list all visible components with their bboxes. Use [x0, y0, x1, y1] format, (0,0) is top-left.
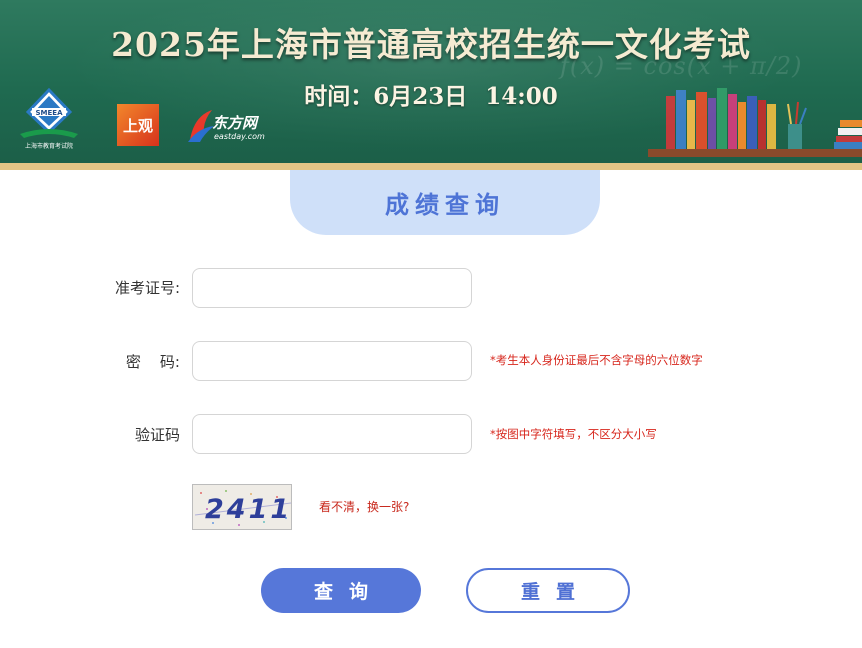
captcha-input[interactable] — [192, 414, 472, 454]
exam-id-input[interactable] — [192, 268, 472, 308]
captcha-label: 验证码 — [134, 426, 180, 444]
query-button[interactable]: 查询 — [261, 568, 421, 613]
smeea-logo-text: SMEEA — [36, 109, 64, 117]
eastday-domain: eastday.com — [214, 132, 265, 141]
captcha-hint: *按图中字符填写，不区分大小写 — [490, 427, 657, 441]
exam-id-label: 准考证号: — [114, 279, 180, 297]
exam-time-value: 14:00 — [485, 83, 558, 110]
tab-score-query: 成绩查询 — [290, 170, 600, 235]
reset-button[interactable]: 重置 — [466, 568, 630, 613]
captcha-refresh-link[interactable]: 看不清，换一张? — [319, 498, 409, 515]
eastday-logo: 东方网 eastday.com — [186, 106, 272, 144]
chalkboard-formula: f(x) = cos(x + π/2) — [560, 52, 803, 80]
smeea-logo: SMEEA 上海市教育考试院 — [14, 87, 84, 150]
header-banner: f(x) = cos(x + π/2) 2025年上海市普通高校招生统一文化考试… — [0, 0, 862, 163]
password-label: 密 码: — [125, 353, 180, 371]
eastday-name: 东方网 — [212, 114, 258, 132]
exam-time: 时间：6月23日 14:00 — [0, 77, 862, 111]
password-hint: *考生本人身份证最后不含字母的六位数字 — [490, 353, 703, 367]
tab-score-query-label: 成绩查询 — [385, 191, 505, 219]
smeea-caption: 上海市教育考试院 — [24, 143, 73, 150]
shangguan-logo: 上观 — [117, 104, 159, 146]
banner-divider — [0, 163, 862, 170]
exam-title: 2025年上海市普通高校招生统一文化考试 — [111, 25, 751, 64]
shangguan-logo-text: 上观 — [122, 116, 153, 135]
password-input[interactable] — [192, 341, 472, 381]
captcha-image[interactable]: 2411 — [192, 484, 292, 530]
captcha-text: 2411 — [205, 494, 292, 525]
bookshelf-illustration — [648, 88, 862, 157]
exam-time-label: 时间：6月23日 — [304, 83, 468, 110]
